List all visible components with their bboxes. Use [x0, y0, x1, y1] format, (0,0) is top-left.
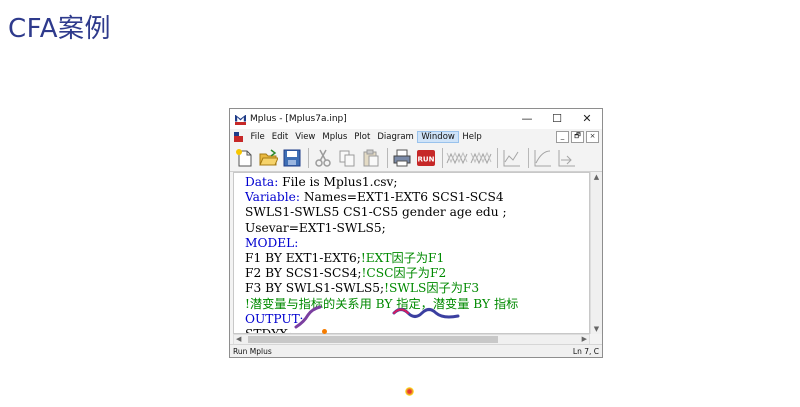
scroll-right-icon[interactable]: ▶: [582, 335, 587, 344]
toolbar-separator: [442, 148, 443, 168]
code-segment: F2 BY SCS1-SCS4;: [245, 266, 362, 281]
horizontal-scroll-thumb[interactable]: [248, 336, 498, 343]
scroll-down-icon[interactable]: ▼: [591, 324, 602, 334]
menu-edit[interactable]: Edit: [268, 131, 291, 143]
toolbar-separator: [528, 148, 529, 168]
code-keyword: Variable:: [245, 190, 300, 205]
code-line[interactable]: F1 BY EXT1-EXT6;!EXT因子为F1: [245, 251, 518, 266]
annotation-dot: [322, 329, 327, 334]
toolbar-separator: [308, 148, 309, 168]
code-segment: SWLS1-SWLS5 CS1-CS5 gender age edu ;: [245, 205, 507, 220]
laser-pointer-icon: [405, 387, 414, 396]
close-button[interactable]: ✕: [572, 109, 602, 129]
menu-window[interactable]: Window: [417, 131, 459, 143]
code-keyword: MODEL:: [245, 235, 299, 250]
menu-bar: File Edit View Mplus Plot Diagram Window…: [230, 129, 602, 145]
menu-diagram[interactable]: Diagram: [374, 131, 418, 143]
toolbar: RUN: [230, 145, 602, 172]
status-text: Run Mplus: [233, 346, 272, 356]
status-bar: Run Mplus Ln 7, C: [230, 344, 602, 357]
title-bar: Mplus - [Mplus7a.inp] — ☐ ✕: [230, 109, 602, 129]
window-title: Mplus - [Mplus7a.inp]: [250, 114, 347, 124]
slide-title: CFA案例: [8, 14, 112, 44]
document-icon[interactable]: [234, 131, 244, 143]
plot-icon-2[interactable]: [470, 147, 492, 169]
scroll-left-icon[interactable]: ◀: [236, 335, 241, 344]
maximize-button[interactable]: ☐: [542, 109, 572, 129]
code-segment: F1 BY EXT1-EXT6;: [245, 251, 361, 266]
scroll-up-icon[interactable]: ▲: [591, 172, 602, 182]
code-line[interactable]: Variable: Names=EXT1-EXT6 SCS1-SCS4: [245, 190, 518, 205]
code-line[interactable]: Data: File is Mplus1.csv;: [245, 175, 518, 190]
code-line[interactable]: MODEL:: [245, 236, 518, 251]
minimize-button[interactable]: —: [512, 109, 542, 129]
code-line[interactable]: Usevar=EXT1-SWLS5;: [245, 221, 518, 236]
copy-icon[interactable]: [336, 147, 358, 169]
open-icon[interactable]: [257, 147, 279, 169]
save-icon[interactable]: [281, 147, 303, 169]
run-label: RUN: [418, 156, 435, 164]
cursor-position: Ln 7, C: [572, 346, 599, 356]
mdi-minimize-button[interactable]: _: [556, 131, 569, 143]
print-icon[interactable]: [391, 147, 413, 169]
code-segment: F3 BY SWLS1-SWLS5;: [245, 281, 385, 296]
plot-icon-3[interactable]: [501, 147, 523, 169]
code-comment: !CSC因子为F2: [361, 266, 447, 281]
vertical-scrollbar[interactable]: ▲ ▼: [590, 172, 602, 334]
menu-plot[interactable]: Plot: [351, 131, 374, 143]
paste-icon[interactable]: [360, 147, 382, 169]
mdi-restore-button[interactable]: 🗗: [571, 131, 584, 143]
plot-icon-5[interactable]: [556, 147, 578, 169]
mplus-app-icon: [235, 114, 246, 125]
code-line[interactable]: SWLS1-SWLS5 CS1-CS5 gender age edu ;: [245, 205, 518, 220]
menu-mplus[interactable]: Mplus: [319, 131, 351, 143]
code-line[interactable]: F3 BY SWLS1-SWLS5;!SWLS因子为F3: [245, 281, 518, 296]
run-icon[interactable]: RUN: [415, 147, 437, 169]
menu-view[interactable]: View: [292, 131, 319, 143]
plot-icon-4[interactable]: [532, 147, 554, 169]
pen-annotation: [294, 305, 460, 329]
code-segment: STDYX;: [245, 327, 292, 333]
new-icon[interactable]: [233, 147, 255, 169]
toolbar-separator: [497, 148, 498, 168]
menu-help[interactable]: Help: [459, 131, 485, 143]
menu-file[interactable]: File: [247, 131, 268, 143]
plot-icon-1[interactable]: [446, 147, 468, 169]
mdi-close-button[interactable]: ×: [586, 131, 599, 143]
code-keyword: Data:: [245, 175, 279, 189]
cut-icon[interactable]: [312, 147, 334, 169]
code-line[interactable]: F2 BY SCS1-SCS4;!CSC因子为F2: [245, 266, 518, 281]
code-segment: Usevar=EXT1-SWLS5;: [245, 220, 386, 235]
code-segment: File is Mplus1.csv;: [278, 175, 398, 189]
toolbar-separator: [387, 148, 388, 168]
code-comment: !SWLS因子为F3: [384, 281, 480, 296]
code-comment: !EXT因子为F1: [360, 251, 445, 266]
code-segment: Names=EXT1-EXT6 SCS1-SCS4: [299, 190, 504, 205]
